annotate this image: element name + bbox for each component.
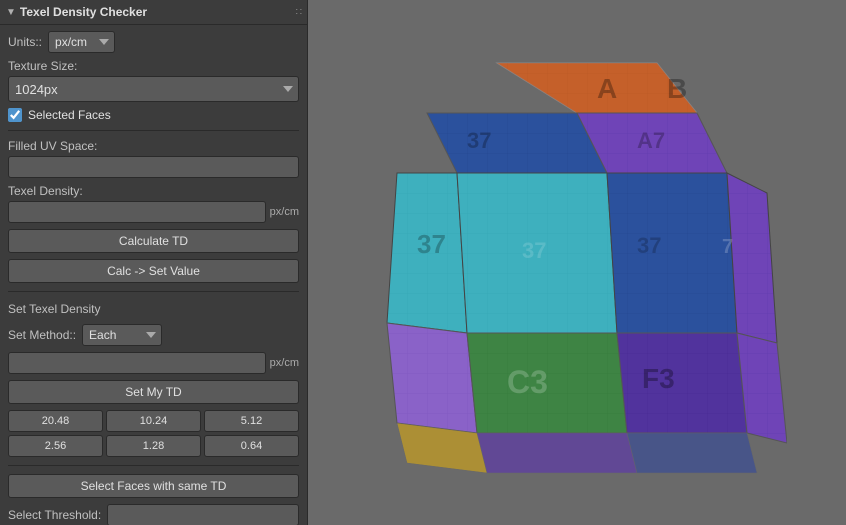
divider-2	[8, 291, 299, 292]
select-faces-same-td-button[interactable]: Select Faces with same TD	[8, 474, 299, 498]
texel-density-value: 0.641	[8, 201, 266, 223]
divider-1	[8, 130, 299, 131]
quick-value-2[interactable]: 5.12	[204, 410, 299, 432]
units-select[interactable]: px/cm px/m px/inch	[48, 31, 115, 53]
cube-svg: A B 37 A7 37 37 37 7 C3 F3 C3	[367, 33, 787, 493]
set-method-row: Set Method:: Each Averaged Uniform	[8, 324, 299, 346]
selected-faces-label[interactable]: Selected Faces	[28, 108, 111, 122]
viewport: A B 37 A7 37 37 37 7 C3 F3 C3	[308, 0, 846, 525]
texel-density-unit: px/cm	[270, 206, 299, 218]
svg-text:37: 37	[522, 238, 546, 263]
set-method-select[interactable]: Each Averaged Uniform	[82, 324, 162, 346]
set-td-input[interactable]: 0	[8, 352, 266, 374]
filled-uv-value: 5.172 %	[8, 156, 299, 178]
quick-value-5[interactable]: 0.64	[204, 435, 299, 457]
svg-text:37: 37	[637, 233, 661, 258]
selected-faces-checkbox[interactable]	[8, 108, 22, 122]
quick-value-0[interactable]: 20.48	[8, 410, 103, 432]
texture-size-wrapper: 512px 1024px 2048px 4096px	[8, 76, 299, 102]
filled-uv-group: Filled UV Space: 5.172 %	[8, 139, 299, 178]
quick-values-grid: 20.48 10.24 5.12 2.56 1.28 0.64	[8, 410, 299, 457]
selected-faces-row: Selected Faces	[8, 108, 299, 122]
quick-value-3[interactable]: 2.56	[8, 435, 103, 457]
svg-text:7: 7	[722, 236, 733, 258]
calc-set-value-button[interactable]: Calc -> Set Value	[8, 259, 299, 283]
divider-3	[8, 465, 299, 466]
set-method-label: Set Method::	[8, 328, 76, 342]
svg-text:A7: A7	[637, 128, 665, 153]
svg-text:C3: C3	[507, 364, 548, 400]
texture-size-label: Texture Size:	[8, 59, 299, 73]
texture-size-group: Texture Size: 512px 1024px 2048px 4096px	[8, 59, 299, 102]
units-label: Units::	[8, 35, 42, 49]
texel-density-label: Texel Density:	[8, 184, 299, 198]
quick-value-1[interactable]: 10.24	[106, 410, 201, 432]
set-texel-density-label: Set Texel Density	[8, 300, 299, 318]
set-td-unit: px/cm	[270, 357, 299, 369]
calculate-td-button[interactable]: Calculate TD	[8, 229, 299, 253]
units-row: Units:: px/cm px/m px/inch	[8, 31, 299, 53]
select-threshold-input[interactable]: 0.1	[107, 504, 299, 525]
filled-uv-label: Filled UV Space:	[8, 139, 299, 153]
texture-size-select[interactable]: 512px 1024px 2048px 4096px	[8, 76, 299, 102]
svg-text:37: 37	[467, 128, 491, 153]
select-threshold-label: Select Threshold:	[8, 508, 101, 522]
viewport-panel[interactable]: A B 37 A7 37 37 37 7 C3 F3 C3	[308, 0, 846, 525]
select-threshold-row: Select Threshold: 0.1	[8, 504, 299, 525]
texel-density-group: Texel Density: 0.641 px/cm	[8, 184, 299, 223]
panel-title-group[interactable]: ▼ Texel Density Checker	[6, 5, 147, 19]
svg-text:A: A	[597, 73, 617, 104]
set-my-td-button[interactable]: Set My TD	[8, 380, 299, 404]
quick-value-4[interactable]: 1.28	[106, 435, 201, 457]
panel-header: ▼ Texel Density Checker ∷	[0, 0, 307, 25]
drag-handle-icon[interactable]: ∷	[296, 7, 301, 18]
collapse-icon[interactable]: ▼	[6, 7, 16, 18]
left-panel: ▼ Texel Density Checker ∷ Units:: px/cm …	[0, 0, 308, 525]
set-td-value-row: 0 px/cm	[8, 352, 299, 374]
panel-title: Texel Density Checker	[20, 5, 147, 19]
svg-text:F3: F3	[642, 363, 675, 394]
svg-text:37: 37	[417, 229, 446, 259]
panel-body: Units:: px/cm px/m px/inch Texture Size:…	[0, 25, 307, 525]
svg-text:B: B	[667, 73, 687, 104]
